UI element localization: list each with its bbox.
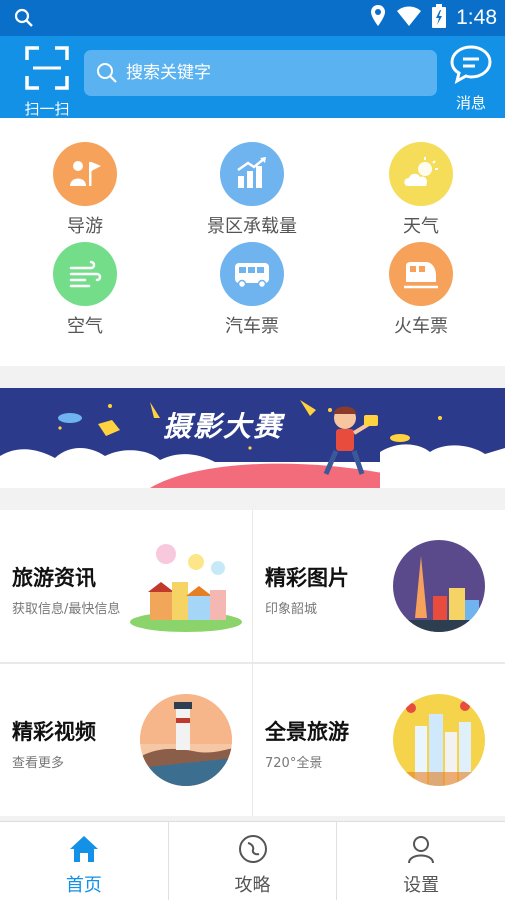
- feature-subtitle: 印象韶城: [265, 602, 318, 617]
- feature-title: 精彩图片: [265, 566, 349, 590]
- search-icon[interactable]: [14, 8, 34, 32]
- city-illustration: [393, 694, 485, 786]
- quick-label: 汽车票: [225, 316, 279, 337]
- wifi-icon: [396, 5, 422, 31]
- feature-title: 全景旅游: [265, 720, 349, 744]
- status-time: 1:48: [456, 6, 497, 29]
- feature-subtitle: 获取信息/最快信息: [12, 602, 121, 617]
- quick-actions: 导游 景区承载量 天气 空气 汽车票 火车票: [0, 118, 505, 366]
- bus-icon: [220, 242, 284, 306]
- location-icon: [370, 4, 386, 32]
- paris-illustration: [393, 540, 485, 632]
- compass-icon: [238, 835, 267, 863]
- quick-label: 天气: [403, 216, 439, 237]
- nav-guide[interactable]: 攻略: [169, 822, 338, 900]
- chart-up-icon: [220, 142, 284, 206]
- weather-icon: [389, 142, 453, 206]
- feature-subtitle: 720°全景: [265, 756, 323, 771]
- chat-bubble-icon: [450, 45, 492, 84]
- feature-travel-news[interactable]: 旅游资讯 获取信息/最快信息: [0, 510, 252, 662]
- app-header: 扫一扫 消息: [0, 36, 505, 118]
- quick-item-bus[interactable]: 汽车票: [187, 242, 317, 338]
- feature-grid: 旅游资讯 获取信息/最快信息 精彩图片 印象韶城 精彩视频 查看更多 全景旅游 …: [0, 510, 505, 816]
- home-icon: [69, 836, 98, 862]
- quick-label: 景区承载量: [207, 216, 297, 237]
- bottom-nav: 首页 攻略 设置: [0, 821, 505, 900]
- nav-label: 首页: [65, 875, 102, 896]
- quick-label: 导游: [67, 216, 103, 237]
- messages-button[interactable]: 消息: [449, 44, 493, 113]
- feature-title: 精彩视频: [12, 720, 96, 744]
- lighthouse-illustration: [140, 694, 232, 786]
- wind-icon: [53, 242, 117, 306]
- search-bar[interactable]: [84, 50, 437, 96]
- town-illustration: [130, 544, 242, 632]
- feature-subtitle: 查看更多: [12, 756, 65, 771]
- nav-label: 设置: [403, 875, 440, 896]
- feature-title: 旅游资讯: [12, 566, 96, 590]
- scan-button[interactable]: 扫一扫: [14, 46, 80, 119]
- guide-flag-icon: [53, 142, 117, 206]
- scan-icon: [25, 46, 69, 90]
- quick-item-guide[interactable]: 导游: [20, 142, 150, 238]
- quick-item-train[interactable]: 火车票: [356, 242, 486, 338]
- nav-home[interactable]: 首页: [0, 822, 169, 900]
- quick-item-capacity[interactable]: 景区承载量: [187, 142, 317, 238]
- feature-photos[interactable]: 精彩图片 印象韶城: [253, 510, 505, 662]
- quick-item-weather[interactable]: 天气: [356, 142, 486, 238]
- user-icon: [408, 836, 435, 864]
- battery-icon: [432, 4, 447, 32]
- nav-label: 攻略: [234, 875, 271, 896]
- search-icon: [97, 63, 117, 83]
- status-bar: 1:48: [0, 0, 505, 36]
- search-input[interactable]: [126, 63, 416, 83]
- quick-item-air[interactable]: 空气: [20, 242, 150, 338]
- quick-label: 空气: [67, 316, 103, 337]
- promo-banner[interactable]: 摄影大赛: [0, 388, 505, 488]
- feature-videos[interactable]: 精彩视频 查看更多: [0, 664, 252, 816]
- messages-label: 消息: [455, 94, 486, 112]
- scan-label: 扫一扫: [24, 100, 70, 118]
- banner-title: 摄影大赛: [163, 410, 284, 443]
- feature-panorama[interactable]: 全景旅游 720°全景: [253, 664, 505, 816]
- nav-settings[interactable]: 设置: [337, 822, 505, 900]
- quick-label: 火车票: [394, 316, 448, 337]
- train-icon: [389, 242, 453, 306]
